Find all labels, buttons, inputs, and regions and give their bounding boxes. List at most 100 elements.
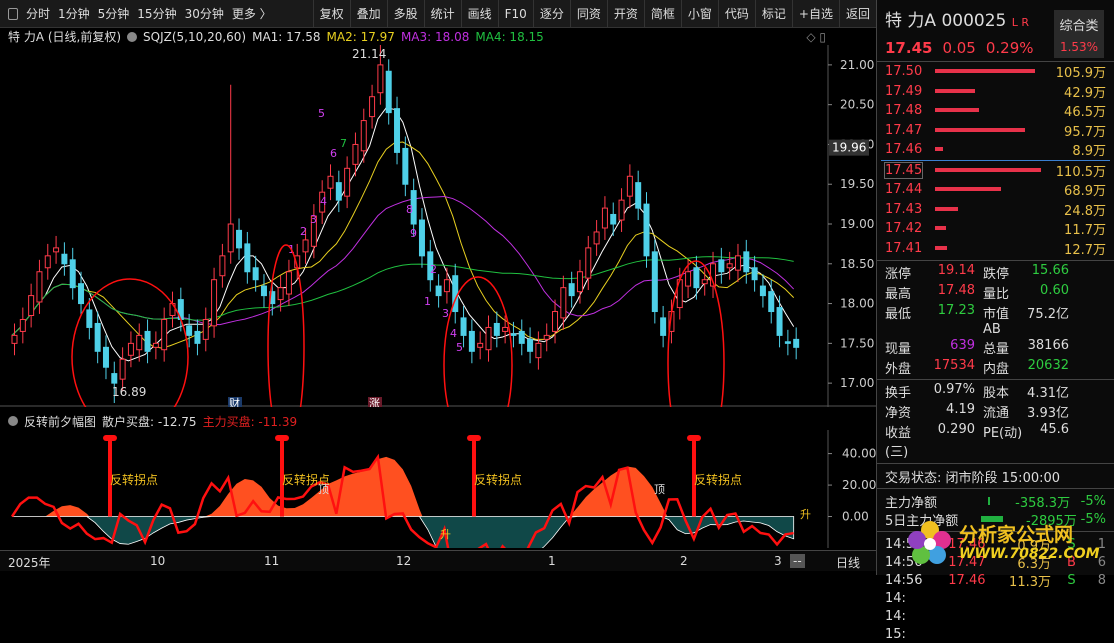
toolbar-button[interactable]: 画线: [460, 0, 498, 28]
candle-body: [560, 287, 567, 319]
candle-body: [44, 255, 51, 269]
logo-url: WWW.70822.COM: [959, 546, 1100, 562]
toolbar-button[interactable]: F10: [497, 0, 533, 28]
toolbar-button[interactable]: 同资: [569, 0, 607, 28]
candle-body: [759, 285, 766, 297]
ask-volume-bar: [935, 108, 979, 112]
ask-row[interactable]: 17.47 95.7万: [877, 121, 1114, 141]
high-price-label: 21.14: [352, 47, 386, 61]
toolbar-button[interactable]: 复权: [312, 0, 350, 28]
stat-value: 19.14: [937, 263, 975, 278]
candle-body: [568, 283, 575, 297]
ask-volume: 46.5万: [1064, 105, 1106, 121]
candle-body: [643, 203, 650, 257]
bid-row[interactable]: 17.43 24.8万: [877, 200, 1114, 220]
toolbar-button[interactable]: +自选: [791, 0, 839, 28]
last-price: 17.45: [885, 39, 933, 57]
bid-book: 17.45 110.5万 17.44 68.9万 17.43 24.8万 17.42 11.7…: [877, 161, 1114, 259]
stock-flags: L R: [1011, 15, 1030, 29]
wave-number: 5: [318, 107, 325, 120]
stat-value: 4.31亿: [1027, 386, 1069, 401]
toolbar-button[interactable]: 逐分: [532, 0, 570, 28]
price-change: 0.05: [942, 39, 976, 57]
indicator-collapse-icon[interactable]: [8, 416, 18, 426]
toolbar-button[interactable]: 多股: [386, 0, 424, 28]
candle-body: [784, 341, 791, 344]
bid-row[interactable]: 17.41 12.7万: [877, 239, 1114, 259]
low-price-label: 16.89: [112, 385, 146, 399]
period-15min[interactable]: 15分钟: [137, 5, 176, 22]
candle-body: [402, 147, 409, 185]
ask-volume: 8.9万: [1072, 144, 1106, 160]
bid-row[interactable]: 17.42 11.7万: [877, 219, 1114, 239]
stat-value: 4.19: [946, 402, 975, 417]
indicator-title: 反转前夕幅图: [24, 414, 97, 429]
period-minute[interactable]: 分时: [26, 5, 50, 22]
ask-row[interactable]: 17.48 46.5万: [877, 101, 1114, 121]
bid-row[interactable]: 17.44 68.9万: [877, 180, 1114, 200]
toolbar-button[interactable]: 简框: [643, 0, 681, 28]
bid-volume-bar: [935, 167, 1041, 172]
time-tick: 2025年: [8, 556, 51, 570]
indicator-dropdown-icon[interactable]: [127, 31, 138, 42]
time-tick: 3: [774, 554, 782, 568]
candle-body: [186, 325, 193, 336]
sidebar-toggle-icon[interactable]: [8, 7, 18, 20]
ask-volume: 42.9万: [1064, 85, 1106, 101]
wave-number: 3: [442, 307, 449, 320]
bid-price: 17.42: [885, 221, 923, 237]
stat-label: 内盘: [983, 362, 1010, 377]
toolbar-button[interactable]: 开资: [606, 0, 644, 28]
tick-row: 15:: [877, 625, 1114, 643]
toolbar-button[interactable]: 标记: [754, 0, 792, 28]
candle-body: [776, 307, 783, 336]
chart-info-line: 特 力A (日线,前复权) SQJZ(5,10,20,60) MA1: 17.5…: [0, 28, 876, 45]
signal-circle: [267, 244, 305, 407]
toolbar-button[interactable]: 小窗: [680, 0, 718, 28]
flow-value: -358.3万: [1015, 495, 1071, 511]
toolbar-button[interactable]: 返回: [838, 0, 876, 28]
candle-body: [493, 322, 500, 336]
candle-body: [527, 338, 534, 352]
candle-body: [626, 175, 633, 197]
bid-price: 17.45: [883, 161, 924, 179]
ask-volume-bar: [935, 88, 975, 93]
candle-body: [468, 330, 475, 352]
wave-number: 8: [406, 203, 413, 216]
candle-body: [610, 213, 617, 225]
toolbar-button[interactable]: 叠加: [349, 0, 387, 28]
period-30min[interactable]: 30分钟: [185, 5, 224, 22]
candle-body: [260, 285, 267, 297]
ask-row[interactable]: 17.46 8.9万: [877, 140, 1114, 160]
period-1min[interactable]: 1分钟: [58, 5, 90, 22]
candle-body: [552, 311, 559, 332]
bid-volume: 11.7万: [1064, 223, 1106, 239]
stats-grid-2: 换手 0.97% 股本 4.31亿 净资 4.19 流通 3.93亿 收益(三) 0.290 PE(…: [877, 382, 1114, 460]
toolbar-button[interactable]: 代码: [717, 0, 755, 28]
candle-body: [618, 199, 625, 221]
indicator-name[interactable]: SQJZ(5,10,20,60): [143, 30, 246, 44]
price-chart[interactable]: 21.0020.5020.0019.5019.0018.5018.0017.50…: [0, 45, 876, 407]
candle-body: [285, 271, 292, 295]
diamond-icon[interactable]: ◇ ▯: [806, 30, 826, 44]
period-label[interactable]: 日线: [836, 554, 860, 571]
candle-body: [601, 207, 608, 229]
toolbar-button[interactable]: 统计: [423, 0, 461, 28]
bid-row[interactable]: 17.45 110.5万: [877, 161, 1114, 181]
period-5min[interactable]: 5分钟: [98, 5, 130, 22]
scroll-button[interactable]: --: [790, 554, 805, 568]
candle-body: [11, 334, 18, 344]
price-tick-label: 19.50: [840, 177, 874, 191]
ask-row[interactable]: 17.49 42.9万: [877, 82, 1114, 102]
ask-price: 17.48: [885, 103, 923, 119]
tick-time: 14:: [885, 590, 906, 606]
time-tick: 1: [548, 554, 556, 568]
sector-badge[interactable]: 综合类 1.53%: [1054, 10, 1104, 58]
candle-body: [360, 120, 367, 152]
period-more[interactable]: 更多 〉: [232, 5, 272, 22]
ask-price: 17.49: [885, 83, 923, 99]
ask-row[interactable]: 17.50 105.9万: [877, 62, 1114, 82]
candle-body: [793, 338, 800, 348]
stat-label: 净资: [885, 406, 912, 421]
indicator-chart[interactable]: 40.0020.000.00反转拐点 反转拐点 反转拐点 反转拐点顶 顶升升: [0, 430, 876, 548]
